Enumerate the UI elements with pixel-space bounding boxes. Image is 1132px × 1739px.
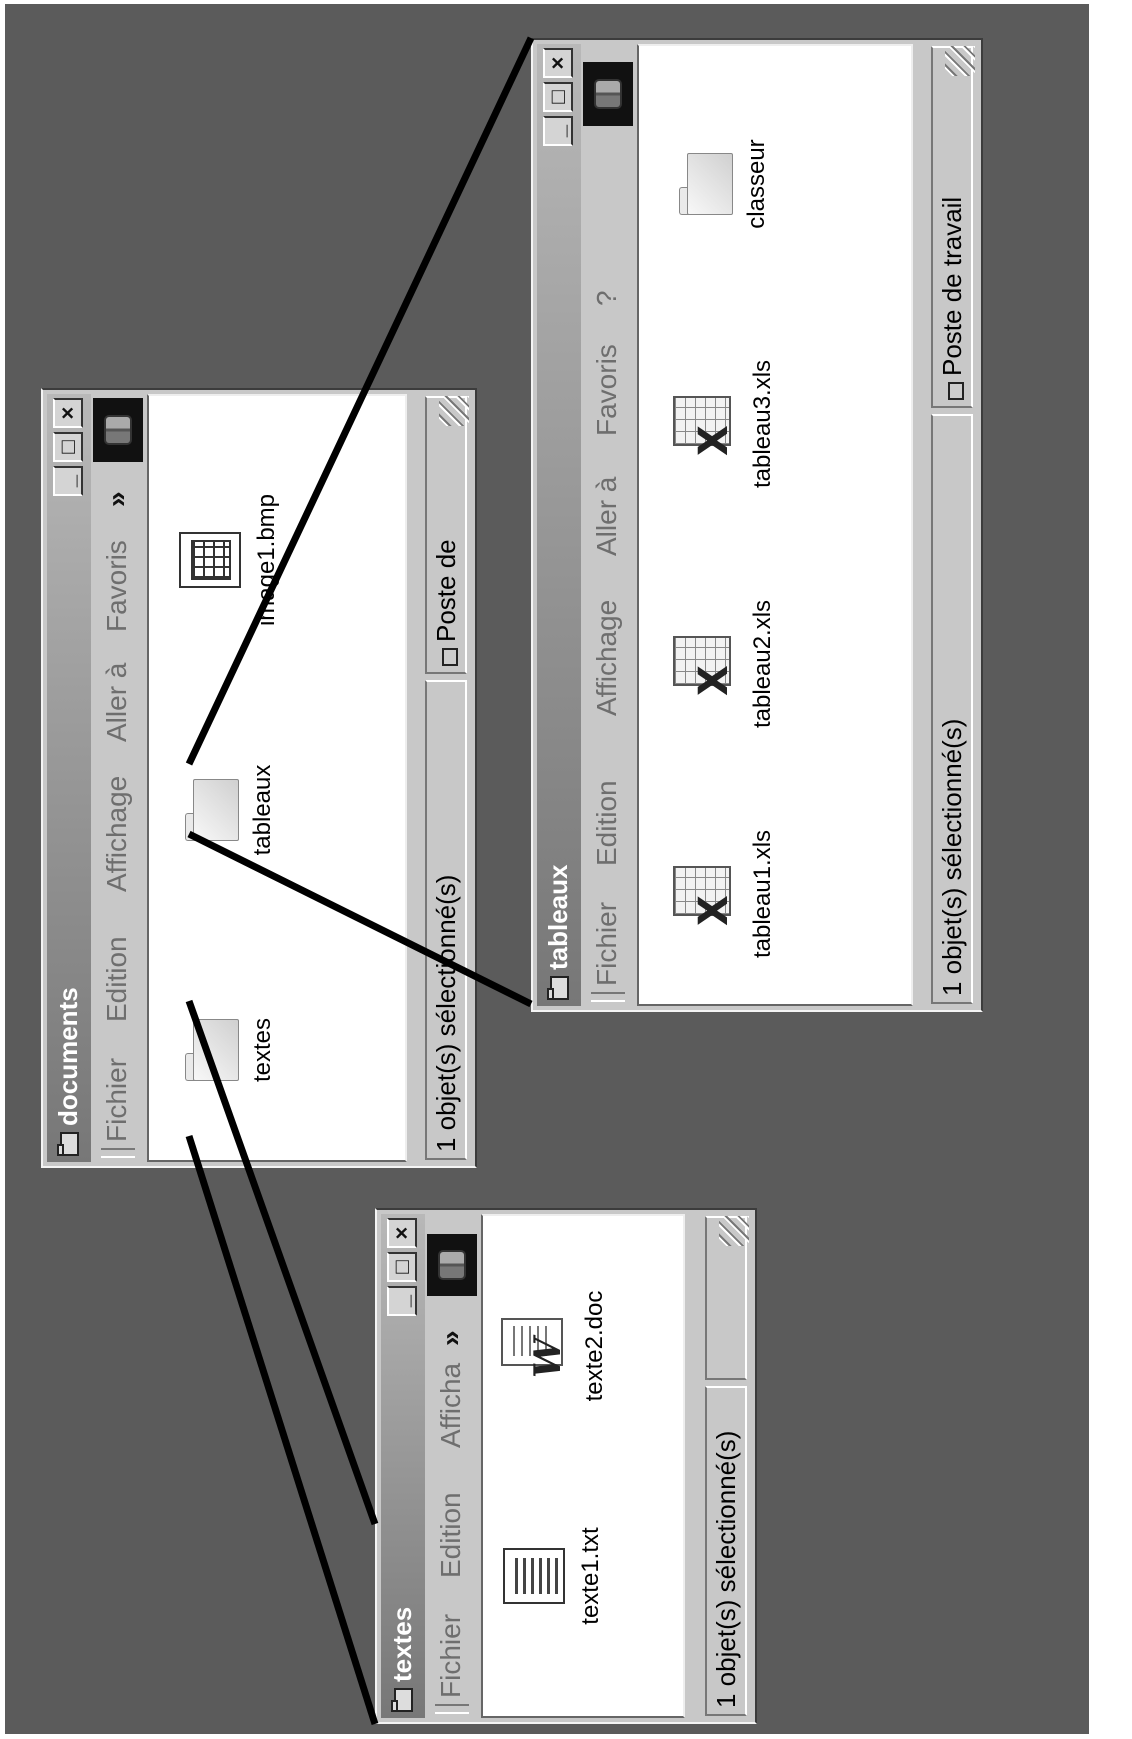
connector-line	[185, 999, 379, 1526]
connector-line	[185, 1134, 379, 1726]
connector-line	[185, 36, 535, 766]
desktop: documents _ □ × Fichier Edition Affichag…	[5, 4, 1089, 1734]
connector-lines	[185, 36, 535, 1726]
connector-line	[187, 830, 533, 1008]
